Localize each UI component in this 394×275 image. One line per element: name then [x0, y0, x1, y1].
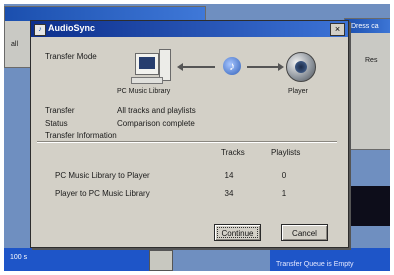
media-player-icon [286, 52, 316, 82]
transfer-mode-label: Transfer Mode [45, 52, 97, 61]
pc-screen [139, 57, 155, 69]
target-label: Player [288, 88, 308, 95]
playlists-column-header: Playlists [271, 148, 301, 157]
background-window-right-text: Res [365, 57, 378, 64]
music-note-icon: ♪ [223, 57, 241, 75]
row-tracks: 34 [224, 189, 234, 198]
dialog-title-bar[interactable]: ♪ AudioSync × [31, 21, 348, 37]
continue-button[interactable]: Continue [214, 224, 261, 241]
pc-keyboard [131, 77, 163, 84]
row-label: PC Music Library to Player [55, 171, 150, 180]
arrow-left-line [181, 66, 215, 68]
row-playlists: 1 [281, 189, 287, 198]
transfer-value: All tracks and playlists [117, 106, 196, 115]
audiosync-app-icon: ♪ [34, 24, 46, 36]
close-icon[interactable]: × [330, 23, 345, 36]
status-value: Comparison complete [117, 119, 195, 128]
cancel-button[interactable]: Cancel [281, 224, 328, 241]
background-window-title [5, 7, 205, 21]
arrow-left-head [177, 63, 183, 71]
arrow-right-head [278, 63, 284, 71]
background-thumbnail[interactable] [149, 250, 173, 271]
row-label: Player to PC Music Library [55, 189, 150, 198]
transfer-info-separator [37, 141, 337, 143]
transfer-info-label: Transfer Information [45, 131, 117, 140]
background-window-right[interactable]: Dress ca Res [344, 18, 390, 150]
audiosync-dialog: ♪ AudioSync × Transfer Mode PC Music Lib… [30, 20, 349, 248]
transfer-label: Transfer [45, 106, 75, 115]
row-playlists: 0 [281, 171, 287, 180]
tracks-column-header: Tracks [221, 148, 245, 157]
background-counter: 100 s [10, 254, 28, 261]
background-taskbar-left: 100 s [4, 248, 154, 271]
source-label: PC Music Library [117, 88, 171, 95]
arrow-right-line [247, 66, 279, 68]
pc-monitor [135, 53, 159, 75]
background-window-text: all [11, 41, 19, 48]
transfer-queue-status: Transfer Queue is Empty [276, 261, 354, 268]
dialog-title: AudioSync [48, 23, 96, 33]
row-tracks: 14 [224, 171, 234, 180]
background-dark-panel [344, 186, 390, 226]
player-disc [295, 61, 307, 73]
status-label: Status [45, 119, 68, 128]
background-status-panel: Transfer Queue is Empty [270, 248, 390, 271]
background-window-right-title: Dress ca [351, 23, 379, 30]
